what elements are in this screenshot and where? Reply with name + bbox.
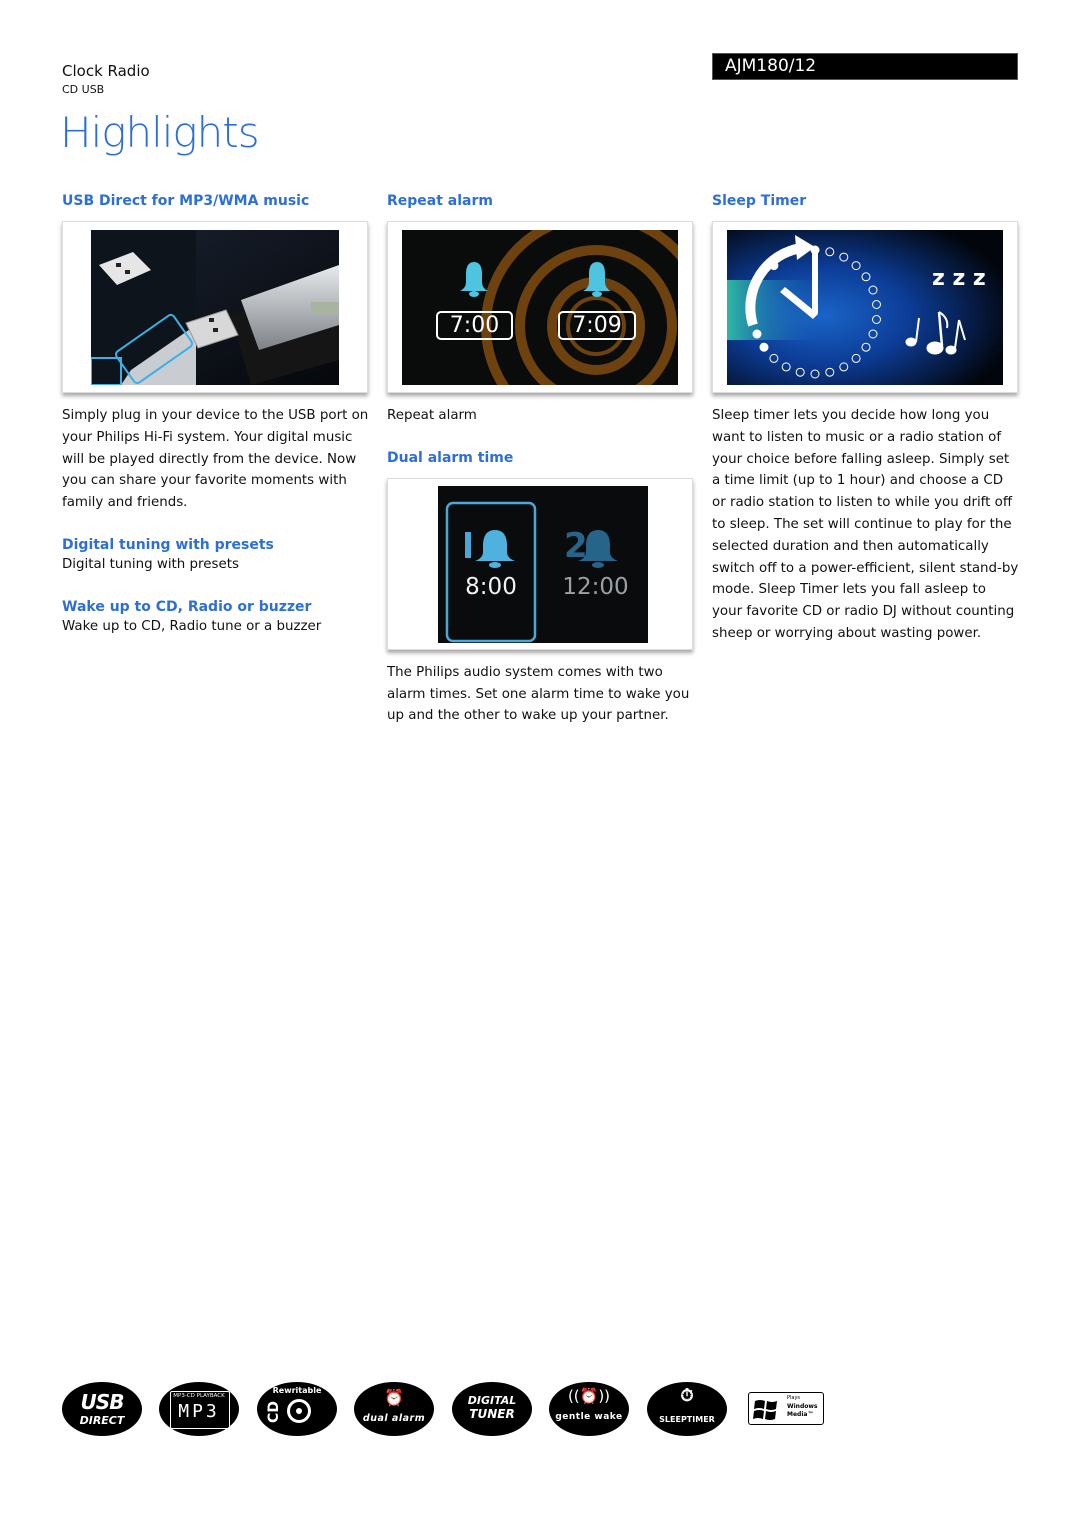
dual-alarm-logo: ⏰ dual alarm [354, 1382, 434, 1436]
highlights-column-3: Sleep Timer z z z Sleep timer lets you d… [712, 192, 1020, 645]
sleeptimer-logo: ⏱ SLEEPTIMER [647, 1382, 727, 1436]
zzz-label: z z z [932, 266, 986, 291]
feature-image-frame [62, 221, 368, 393]
feature-dual-alarm: Dual alarm time 2 8:00 12:00 The Philips… [387, 449, 695, 727]
feature-heading: Wake up to CD, Radio or buzzer [62, 598, 312, 615]
windows-flag-icon [753, 1400, 777, 1420]
timer-dot [810, 245, 820, 255]
feature-digital-tuning: Digital tuning with presets Digital tuni… [62, 536, 370, 576]
feature-sleep-timer: Sleep Timer z z z Sleep timer lets you d… [712, 192, 1020, 645]
model-number: AJM180/12 [725, 56, 817, 76]
timer-dot [759, 342, 769, 352]
feature-description: Digital tuning with presets [62, 556, 239, 572]
dual-alarm-illustration [445, 501, 618, 643]
feature-image-frame: 2 8:00 12:00 [387, 477, 693, 650]
product-type: Clock Radio [62, 62, 150, 80]
feature-description: Repeat alarm [387, 408, 477, 423]
repeat-alarm-image: 7:00 7:09 [402, 230, 678, 385]
cd-rewritable-logo: Rewritable CD [257, 1382, 337, 1436]
usb-direct-logo: USB DIRECT [62, 1382, 142, 1436]
usb-stick-illustration [91, 230, 339, 385]
timer-dot [769, 261, 779, 271]
alarm-1-time: 8:00 [465, 573, 517, 600]
model-number-bar: AJM180/12 [712, 53, 1018, 80]
windows-media-logo: Plays Windows Media™ [748, 1392, 824, 1425]
digital-tuner-logo: DIGITAL TUNER [452, 1382, 532, 1436]
alarm-time-1: 7:00 [449, 313, 500, 338]
feature-description: Sleep timer lets you decide how long you… [712, 408, 1019, 641]
usb-stick-image [91, 230, 339, 385]
alarm-2-index: 2 [564, 525, 588, 566]
feature-repeat-alarm: Repeat alarm 7:00 7:09 Repeat alarm [387, 192, 695, 427]
bell-icon [460, 262, 488, 297]
alarm-rings-illustration [436, 230, 678, 385]
sleep-timer-illustration: z z z [727, 230, 1003, 385]
feature-heading: Digital tuning with presets [62, 536, 274, 553]
feature-heading: USB Direct for MP3/WMA music [62, 193, 310, 209]
alarm-clock-icon: ((⏰)) [567, 1387, 611, 1405]
feature-heading: Sleep Timer [712, 193, 807, 209]
mp3-cd-playback-logo: MP3-CD PLAYBACK MP3 [159, 1382, 239, 1436]
feature-heading: Repeat alarm [387, 193, 493, 209]
highlights-column-2: Repeat alarm 7:00 7:09 Repeat alarm Dual… [387, 192, 695, 727]
feature-description: Wake up to CD, Radio tune or a buzzer [62, 618, 322, 634]
feature-wake-up: Wake up to CD, Radio or buzzer Wake up t… [62, 598, 370, 638]
feature-description: Simply plug in your device to the USB po… [62, 408, 369, 511]
product-subtitle: CD USB [62, 83, 105, 96]
page-title: Highlights [60, 108, 260, 157]
alarm-clock-icon: ⏰ [384, 1388, 404, 1407]
alarm-2-time: 12:00 [562, 573, 629, 600]
feature-image-frame: z z z [712, 221, 1018, 393]
highlights-column-1: USB Direct for MP3/WMA music Simply plug… [62, 192, 370, 638]
timer-dot [752, 329, 762, 339]
feature-image-frame: 7:00 7:09 [387, 221, 693, 393]
sleep-timer-image: z z z [727, 230, 1003, 385]
dual-alarm-image: 2 8:00 12:00 [438, 485, 648, 643]
alarm-time-2: 7:09 [572, 313, 622, 338]
feature-usb-direct: USB Direct for MP3/WMA music Simply plug… [62, 192, 370, 514]
timer-icon: ⏱ [680, 1386, 694, 1406]
bell-icon [475, 529, 515, 568]
gentle-wake-logo: ((⏰)) gentle wake [549, 1382, 629, 1436]
feature-description: The Philips audio system comes with two … [387, 664, 690, 724]
feature-heading: Dual alarm time [387, 449, 514, 466]
